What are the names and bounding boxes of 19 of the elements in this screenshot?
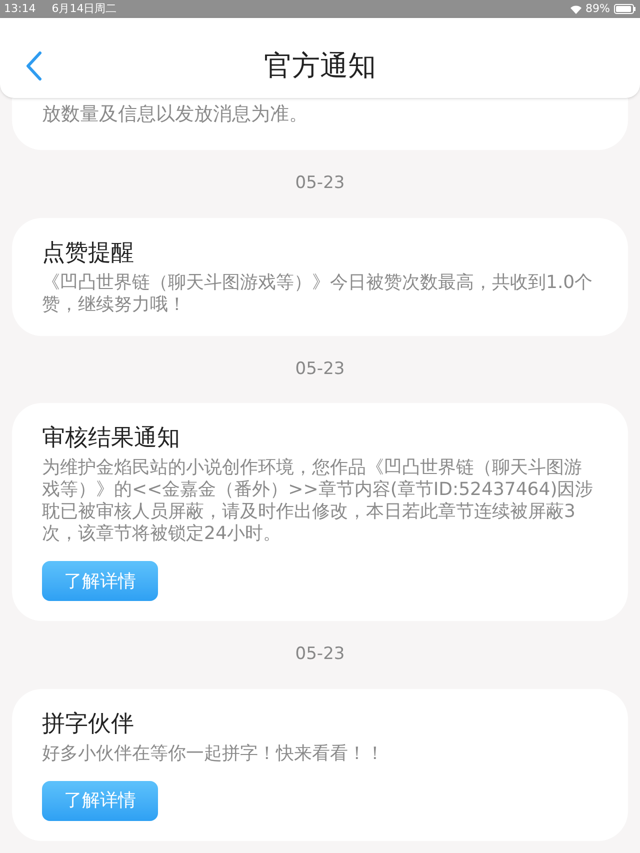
details-button[interactable]: 了解详情 xyxy=(42,561,158,601)
status-date: 6月14日周二 xyxy=(52,0,117,17)
battery-level: 89% xyxy=(586,0,610,17)
date-label: 05-23 xyxy=(295,643,345,666)
page-title: 官方通知 xyxy=(264,48,376,84)
notice-title: 拼字伙伴 xyxy=(42,710,135,738)
notice-body: 《凹凸世界链（聊天斗图游戏等）》今日被赞次数最高，共收到1.0个赞，继续努力哦！ xyxy=(42,272,594,316)
details-button[interactable]: 了解详情 xyxy=(42,780,158,820)
notice-body: 为维护金焰民站的小说创作环境，您作品《凹凸世界链（聊天斗图游戏等）》的<<金嘉金（番外）>>章节内容(章节ID:52437464)因涉耽已被审核人员屏蔽，请及时作出修改，本日若此章节连续被屏蔽3次，该章节将被锁定24小时。 xyxy=(42,457,594,545)
wifi-icon xyxy=(570,4,582,14)
back-icon[interactable] xyxy=(26,51,42,81)
date-label: 05-23 xyxy=(295,172,345,195)
notice-body: 好多小伙伴在等你一起拼字！快来看看！！ xyxy=(42,742,385,764)
notice-title: 点赞提醒 xyxy=(42,238,135,268)
status-time: 13:14 xyxy=(4,0,36,17)
notice-title: 审核结果通知 xyxy=(42,424,181,453)
battery-icon xyxy=(614,4,636,14)
date-label: 05-23 xyxy=(295,358,345,380)
notice-body: 放数量及信息以发放消息为准。 xyxy=(42,102,309,126)
